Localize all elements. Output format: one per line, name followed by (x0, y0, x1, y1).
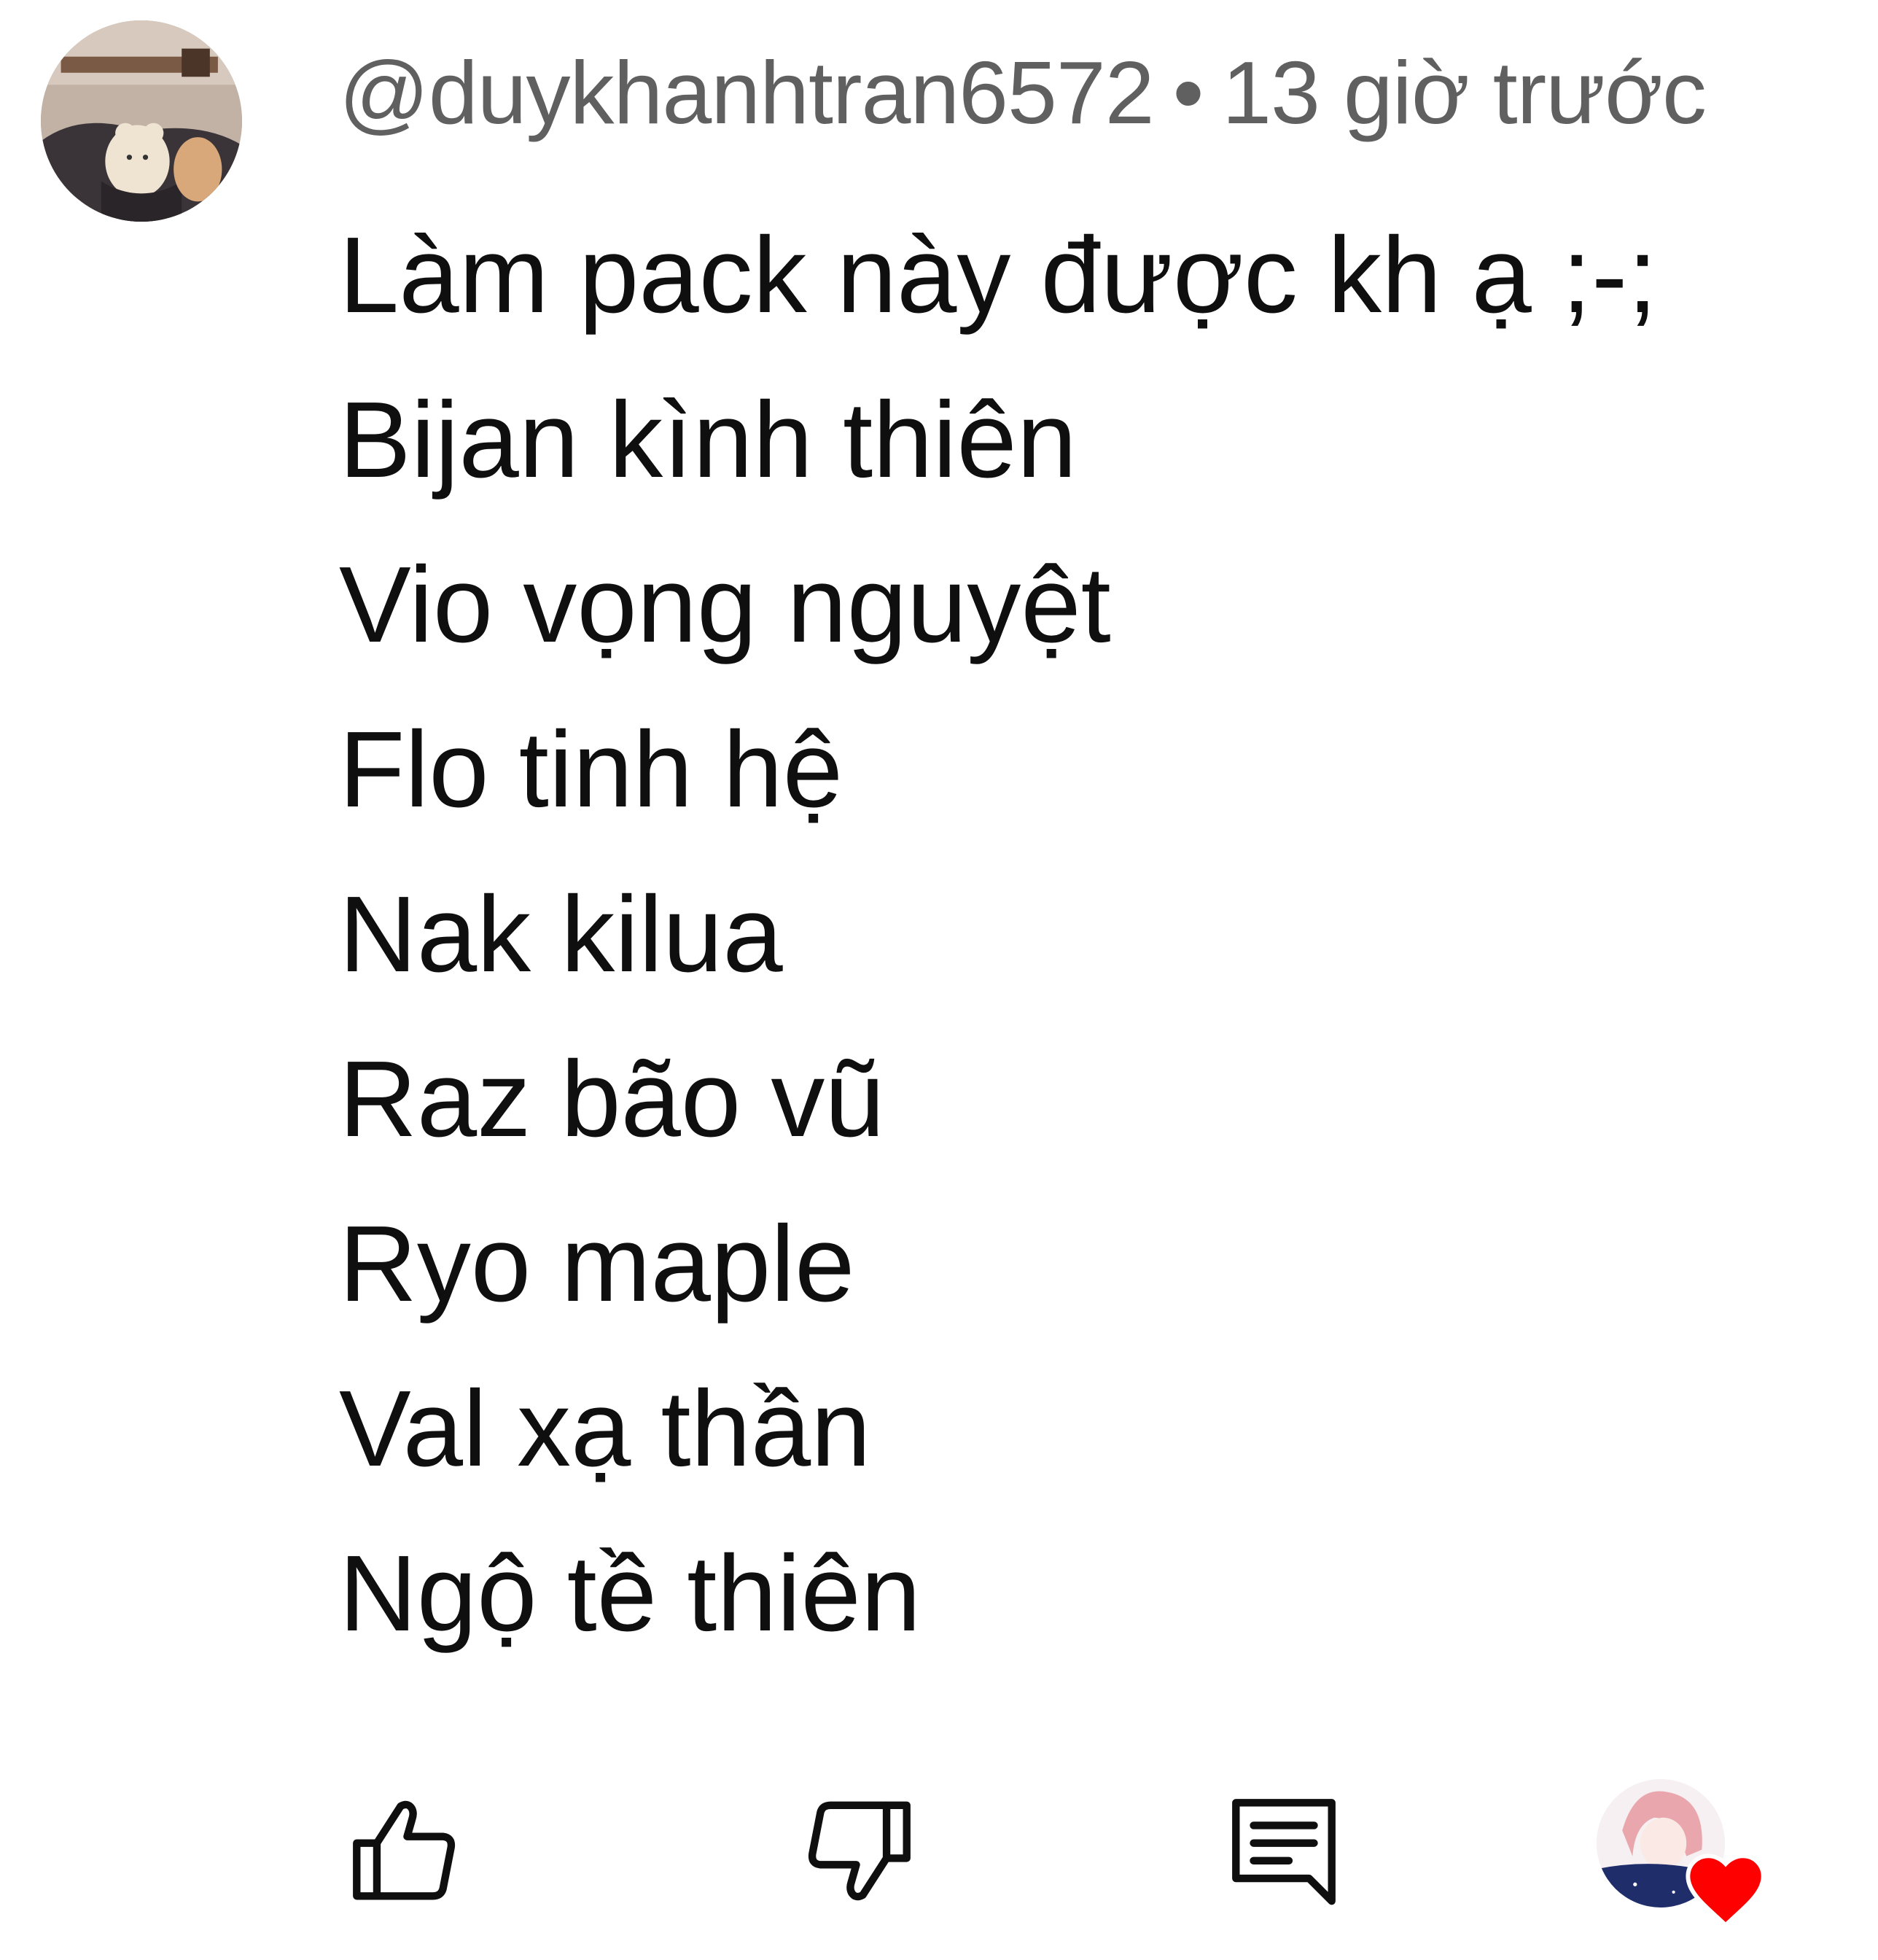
comment-line: Làm pack này được kh ạ ;-; (339, 215, 1658, 335)
avatar-image (41, 20, 242, 222)
thumbs-up-icon (353, 1800, 456, 1900)
commenter-avatar[interactable] (41, 20, 242, 222)
comment-icon (1232, 1799, 1336, 1905)
thumbs-down-icon (808, 1801, 911, 1901)
comment-body: Làm pack này được kh ạ ;-; Bijan kình th… (339, 193, 1834, 1676)
timestamp[interactable]: 13 giờ trước (1222, 43, 1707, 142)
username[interactable]: @duykhanhtran6572 (339, 43, 1155, 142)
reply-button[interactable] (1223, 1790, 1344, 1911)
creator-heart[interactable] (1597, 1779, 1786, 1944)
comment-header: @duykhanhtran6572 • 13 giờ trước (339, 38, 1707, 147)
dislike-button[interactable] (798, 1790, 919, 1911)
comment-line: Ryo maple (339, 1204, 855, 1324)
comment-line: Nak kilua (339, 874, 783, 995)
comment-line: Val xạ thần (339, 1369, 871, 1489)
comment-line: Raz bão vũ (339, 1039, 885, 1159)
comment-line: Ngộ tề thiên (339, 1533, 922, 1654)
comment-line: Flo tinh hệ (339, 709, 843, 830)
comment-line: Vio vọng nguyệt (339, 545, 1111, 665)
header-separator: • (1172, 43, 1204, 142)
heart-icon (1683, 1849, 1769, 1929)
comment-line: Bijan kình thiên (339, 380, 1078, 500)
like-button[interactable] (344, 1790, 465, 1911)
